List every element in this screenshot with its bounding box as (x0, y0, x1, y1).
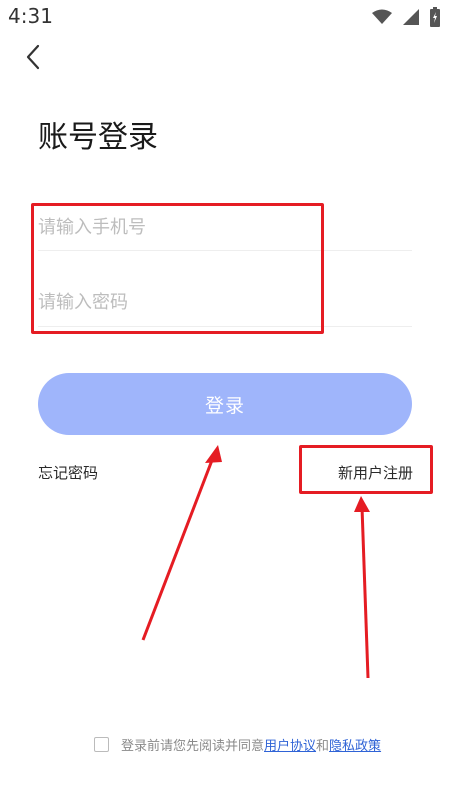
wifi-icon (372, 9, 392, 24)
forgot-password-link[interactable]: 忘记密码 (38, 462, 98, 483)
annotation-box-register (299, 445, 433, 494)
arrow-to-login (141, 445, 222, 641)
agreement-prefix: 登录前请您先阅读并同意 (121, 739, 265, 754)
agreement-checkbox[interactable] (94, 737, 109, 752)
signal-icon (403, 9, 419, 25)
annotation-box-inputs (31, 203, 324, 334)
arrow-to-register (354, 496, 370, 679)
page-title: 账号登录 (38, 120, 158, 155)
login-button[interactable]: 登录 (38, 373, 412, 435)
user-agreement-link[interactable]: 用户协议 (264, 735, 316, 754)
chevron-left-icon (26, 44, 40, 70)
agreement-row: 登录前请您先阅读并同意 用户协议 和 隐私政策 (94, 735, 381, 754)
status-time: 4:31 (8, 4, 53, 28)
status-icons (372, 7, 440, 27)
battery-icon (430, 7, 440, 27)
agreement-conjunction: 和 (316, 739, 330, 754)
status-bar: 4:31 (0, 0, 450, 34)
back-button[interactable] (18, 40, 50, 74)
privacy-policy-link[interactable]: 隐私政策 (329, 735, 381, 754)
